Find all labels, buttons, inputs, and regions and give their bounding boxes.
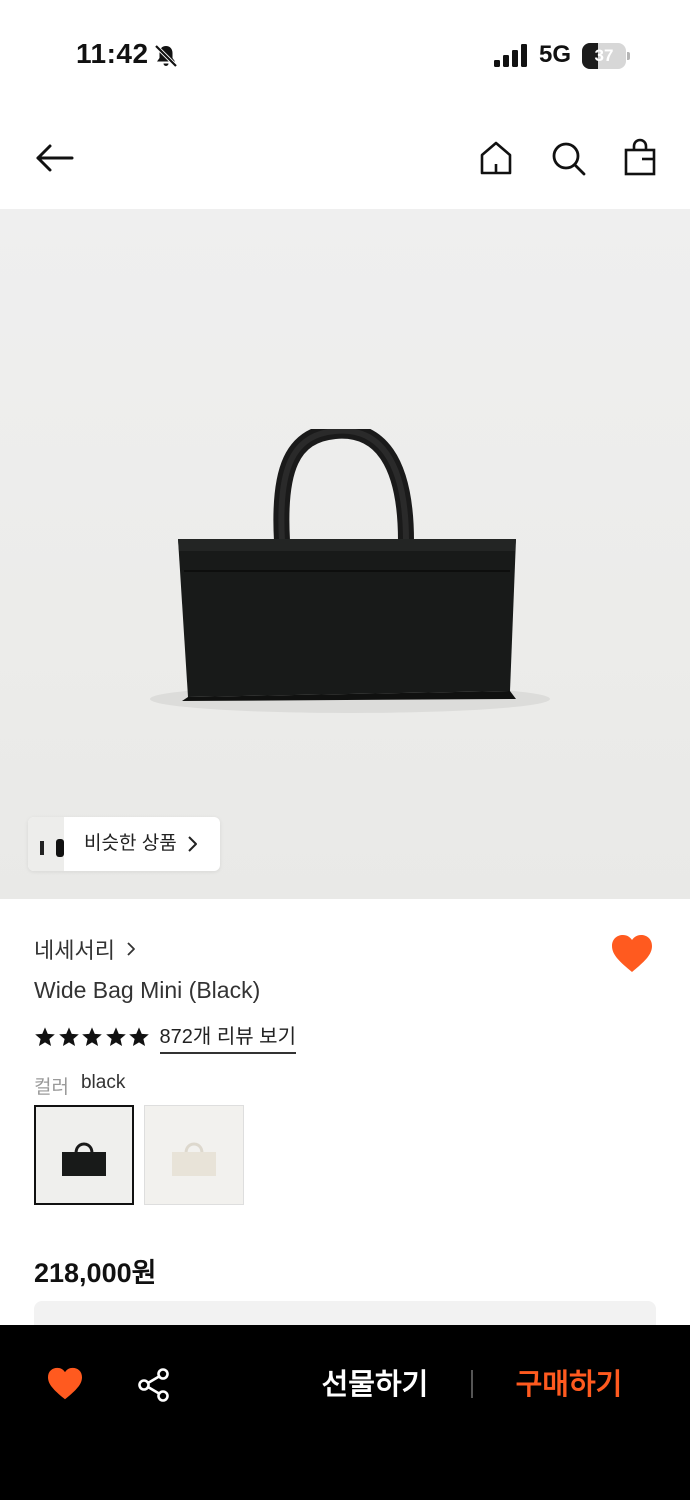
product-image[interactable]: 비슷한 상품 — [0, 209, 690, 899]
back-button[interactable] — [32, 136, 76, 180]
tote-bag-image — [178, 429, 516, 701]
search-icon — [552, 142, 586, 176]
color-label: 컬러 — [34, 1077, 69, 1098]
top-nav — [0, 118, 690, 198]
color-swatch-black[interactable] — [34, 1105, 134, 1205]
bottom-action-bar: 선물하기 구매하기 — [0, 1325, 690, 1500]
gift-button[interactable]: 선물하기 — [300, 1363, 450, 1407]
star-icon — [129, 1027, 149, 1046]
star-icon — [58, 1027, 79, 1046]
star-rating — [34, 1026, 152, 1048]
rating-row: 872개 리뷰 보기 — [34, 1020, 296, 1054]
signal-icon — [494, 44, 527, 67]
similar-products-label: 비슷한 상품 — [84, 833, 177, 854]
battery-level: 37 — [594, 46, 614, 65]
star-icon — [35, 1027, 55, 1046]
chevron-right-icon — [188, 836, 197, 852]
bell-muted-icon — [154, 44, 178, 68]
similar-thumbnail — [28, 817, 64, 871]
status-time: 11:42 — [76, 38, 149, 69]
search-button[interactable] — [546, 136, 590, 180]
product-title: Wide Bag Mini (Black) — [34, 977, 261, 1003]
cart-button[interactable] — [618, 136, 662, 180]
back-arrow-icon — [36, 144, 74, 172]
share-icon[interactable] — [136, 1367, 172, 1403]
ivory-bag-thumbnail — [145, 1106, 243, 1204]
wishlist-heart-icon[interactable] — [610, 934, 654, 974]
star-icon — [82, 1027, 102, 1046]
network-label: 5G — [539, 41, 572, 68]
divider — [471, 1370, 473, 1398]
star-icon — [105, 1027, 126, 1046]
brand-link[interactable]: 네세서리 — [34, 934, 137, 964]
home-button[interactable] — [474, 136, 518, 180]
buy-button[interactable]: 구매하기 — [494, 1363, 644, 1407]
price: 218,000원 — [34, 1258, 157, 1288]
shopping-bag-icon — [624, 138, 656, 176]
battery-icon: 37 — [582, 43, 630, 69]
reviews-link[interactable]: 872개 리뷰 보기 — [159, 1020, 296, 1054]
home-icon — [480, 141, 512, 175]
wishlist-heart-icon[interactable] — [46, 1367, 84, 1401]
brand-name: 네세서리 — [34, 938, 115, 963]
color-swatch-ivory[interactable] — [144, 1105, 244, 1205]
black-bag-thumbnail — [36, 1107, 132, 1203]
chevron-right-icon — [127, 942, 135, 956]
color-row: 컬러 black — [34, 1072, 125, 1099]
status-bar: 11:42 5G 37 — [0, 0, 690, 110]
similar-products-button[interactable]: 비슷한 상품 — [28, 817, 220, 871]
color-value: black — [80, 1072, 126, 1093]
